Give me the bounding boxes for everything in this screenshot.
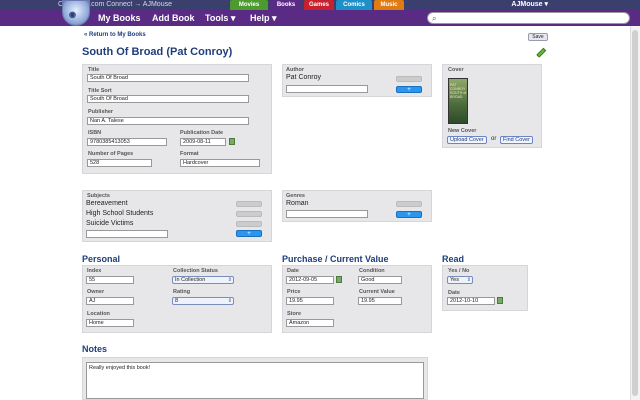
isbn-field[interactable]: 9780385413053 [87, 138, 167, 146]
add-author-button[interactable]: + [396, 86, 422, 93]
title-sort-label: Title Sort [88, 88, 112, 94]
notes-panel: Really enjoyed this book! [82, 357, 428, 400]
user-menu[interactable]: AJMouse ▾ [511, 0, 548, 10]
remove-subject-button[interactable] [236, 211, 262, 217]
store-label: Store [287, 311, 302, 317]
pubdate-label: Publication Date [180, 130, 224, 136]
page-title: South Of Broad (Pat Conroy) [82, 46, 233, 58]
title-sort-field[interactable]: South Of Broad [87, 95, 249, 103]
collection-tabs: Movies Books Games Comics Music [230, 0, 406, 10]
or-text: or [491, 136, 497, 142]
add-genre-button[interactable]: + [396, 211, 422, 218]
remove-subject-button[interactable] [236, 201, 262, 207]
notes-textarea[interactable]: Really enjoyed this book! [86, 362, 424, 399]
rating-label: Rating [173, 289, 191, 295]
find-cover-button[interactable]: Find Cover [500, 136, 533, 144]
index-field[interactable]: 55 [86, 276, 134, 284]
pages-field[interactable]: 528 [87, 159, 152, 167]
calendar-icon[interactable] [229, 138, 235, 145]
format-field[interactable]: Hardcover [180, 159, 260, 167]
remove-subject-button[interactable] [236, 221, 262, 227]
add-subject-button[interactable]: + [236, 230, 262, 237]
title-label: Title [88, 67, 100, 73]
tab-movies[interactable]: Movies [230, 0, 268, 10]
location-field[interactable]: Home [86, 319, 134, 327]
current-value-field[interactable]: 19.95 [358, 297, 402, 305]
calendar-icon[interactable] [497, 297, 503, 304]
save-button[interactable]: Save [528, 33, 548, 41]
cover-image: PAT CONROY SOUTH of BROAD [448, 78, 468, 124]
title-field[interactable]: South Of Broad [87, 74, 249, 82]
main-nav: My Books Add Book Tools ▾ Help ▾ ⌕ [0, 10, 640, 26]
price-field[interactable]: 19.95 [286, 297, 334, 305]
nav-help[interactable]: Help ▾ [250, 10, 277, 26]
status-label: Collection Status [173, 268, 218, 274]
read-title: Read [442, 254, 465, 264]
purchase-date-label: Date [287, 268, 299, 274]
purchase-title: Purchase / Current Value [282, 254, 389, 264]
purchase-date-field[interactable]: 2012-09-05 [286, 276, 334, 284]
condition-label: Condition [359, 268, 385, 274]
read-date-label: Date [448, 290, 460, 296]
index-label: Index [87, 268, 102, 274]
calendar-icon[interactable] [336, 276, 342, 283]
publisher-field[interactable]: Nan A. Talese [87, 117, 249, 125]
select-arrows-icon: ⇕ [466, 277, 471, 283]
edit-pencil-icon [534, 44, 551, 61]
personal-title: Personal [82, 254, 121, 264]
author-label: Author [286, 67, 305, 73]
author-add-field[interactable] [286, 85, 368, 93]
nav-add-book[interactable]: Add Book [152, 10, 195, 26]
read-date-field[interactable]: 2012-10-10 [447, 297, 495, 305]
search-input[interactable]: ⌕ [427, 12, 630, 24]
new-cover-label: New Cover [448, 128, 477, 134]
owner-field[interactable]: AJ [86, 297, 134, 305]
pubdate-field[interactable]: 2009-08-11 [180, 138, 226, 146]
publisher-label: Publisher [88, 109, 114, 115]
tab-books[interactable]: Books [270, 0, 302, 10]
search-icon: ⌕ [432, 14, 437, 23]
top-bar: Collectorz.com Connect → AJMouse Movies … [0, 0, 640, 10]
remove-author-button[interactable] [396, 76, 422, 82]
read-yesno-label: Yes / No [448, 268, 470, 274]
subject-item: High School Students [86, 210, 154, 217]
genre-add-field[interactable] [286, 210, 368, 218]
select-arrows-icon: ⇕ [227, 277, 232, 283]
nav-my-books[interactable]: My Books [98, 10, 141, 26]
format-label: Format [180, 151, 199, 157]
notes-title: Notes [82, 344, 108, 354]
location-label: Location [87, 311, 110, 317]
subject-add-field[interactable] [86, 230, 168, 238]
read-yesno-select[interactable]: Yes ⇕ [447, 276, 473, 284]
read-yesno-value: Yes [450, 277, 459, 283]
status-select[interactable]: In Collection ⇕ [172, 276, 234, 284]
tab-music[interactable]: Music [374, 0, 404, 10]
rating-select[interactable]: 8 ⇕ [172, 297, 234, 305]
subject-item: Bereavement [86, 200, 128, 207]
current-value-label: Current Value [359, 289, 395, 295]
store-field[interactable]: Amazon [286, 319, 334, 327]
subject-item: Suicide Victims [86, 220, 134, 227]
cover-label: Cover [448, 67, 464, 73]
isbn-label: ISBN [88, 130, 102, 136]
rating-value: 8 [175, 298, 179, 304]
tab-games[interactable]: Games [304, 0, 334, 10]
upload-cover-button[interactable]: Upload Cover [447, 136, 487, 144]
condition-field[interactable]: Good [358, 276, 402, 284]
pages-label: Number of Pages [88, 151, 134, 157]
nav-tools[interactable]: Tools ▾ [205, 10, 235, 26]
tab-comics[interactable]: Comics [336, 0, 372, 10]
return-link[interactable]: « Return to My Books [84, 32, 146, 38]
author-value: Pat Conroy [286, 74, 322, 81]
remove-genre-button[interactable] [396, 201, 422, 207]
cover-image-text: PAT CONROY SOUTH of BROAD [450, 83, 467, 99]
select-arrows-icon: ⇕ [227, 298, 232, 304]
status-value: In Collection [175, 277, 206, 283]
scrollbar-thumb[interactable] [632, 30, 638, 396]
subjects-label: Subjects [87, 193, 110, 199]
genres-label: Genres [286, 193, 305, 199]
owner-label: Owner [87, 289, 105, 295]
genre-item: Roman [286, 200, 309, 207]
price-label: Price [287, 289, 301, 295]
